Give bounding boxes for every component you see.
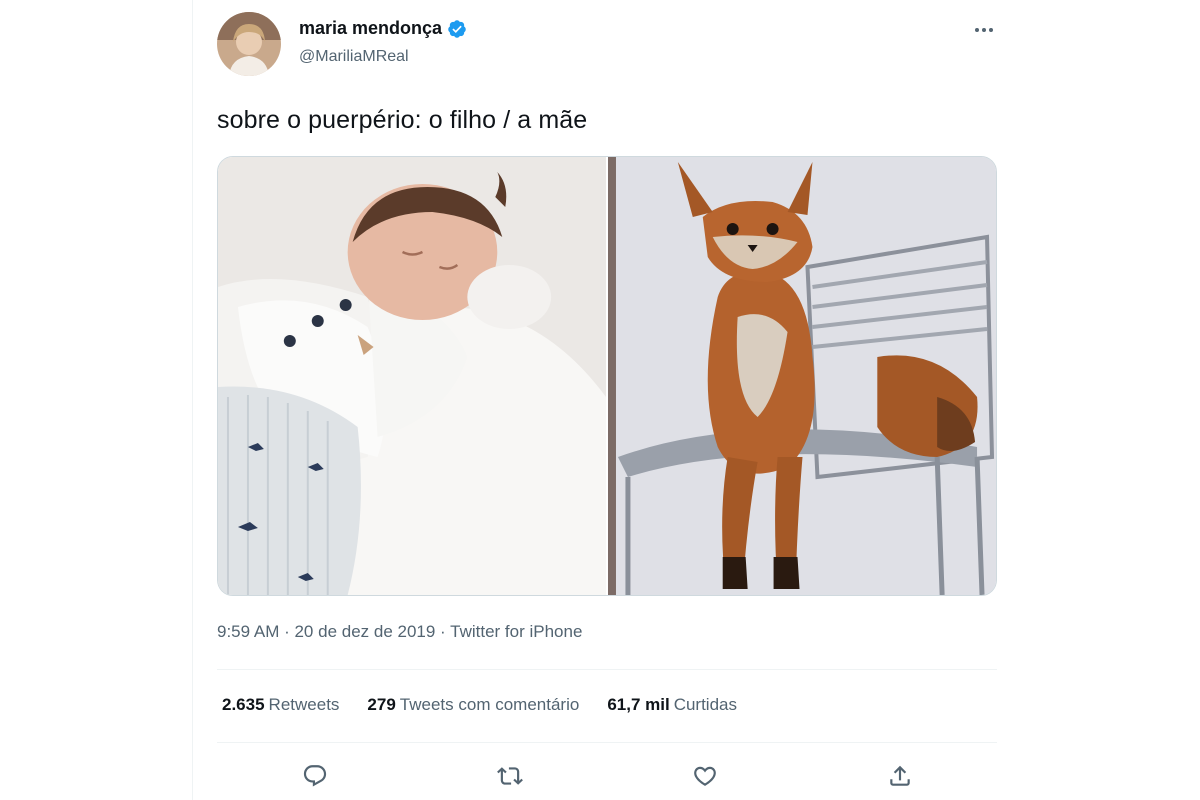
- divider: [217, 742, 997, 743]
- reply-button[interactable]: [295, 756, 335, 796]
- tweet-actions: [217, 756, 997, 796]
- photo-fox[interactable]: [608, 157, 996, 595]
- author-display-name[interactable]: maria mendonça: [299, 18, 442, 39]
- tweet-source-link[interactable]: Twitter for iPhone: [450, 622, 582, 641]
- retweets-count: 2.635: [222, 695, 265, 714]
- retweet-button[interactable]: [490, 756, 530, 796]
- author-name[interactable]: maria mendonça: [299, 18, 467, 39]
- more-horizontal-icon: [975, 28, 979, 32]
- verified-badge-icon: [447, 19, 467, 39]
- tweet-timestamp[interactable]: 9:59 AM · 20 de dez de 2019 ·: [217, 622, 450, 641]
- share-icon: [890, 765, 910, 786]
- author-handle[interactable]: @MariliaMReal: [299, 48, 409, 66]
- avatar[interactable]: [217, 12, 281, 76]
- likes-label: Curtidas: [673, 695, 737, 714]
- retweets-stat[interactable]: 2.635 Retweets: [222, 695, 339, 715]
- likes-stat[interactable]: 61,7 mil Curtidas: [607, 695, 737, 715]
- tweet-text: sobre o puerpério: o filho / a mãe: [217, 106, 588, 134]
- divider: [217, 669, 997, 670]
- quote-tweets-stat[interactable]: 279 Tweets com comentário: [367, 695, 579, 715]
- tweet-stats: 2.635 Retweets 279 Tweets com comentário 6…: [222, 695, 737, 715]
- retweets-label: Retweets: [268, 695, 340, 714]
- like-button[interactable]: [685, 756, 725, 796]
- heart-icon: [694, 766, 716, 786]
- tweet-media: [217, 156, 997, 596]
- reply-icon: [303, 765, 327, 787]
- quote-tweets-count: 279: [367, 695, 396, 714]
- more-options-button[interactable]: [968, 18, 1000, 42]
- likes-count: 61,7 mil: [607, 695, 670, 714]
- tweet-page: maria mendonça @MariliaMReal sobre o pue…: [0, 0, 1200, 800]
- quote-tweets-label: Tweets com comentário: [399, 695, 580, 714]
- share-button[interactable]: [880, 756, 920, 796]
- photo-baby[interactable]: [218, 157, 606, 595]
- tweet-metadata: 9:59 AM · 20 de dez de 2019 · Twitter fo…: [217, 622, 582, 642]
- retweet-icon: [497, 767, 523, 785]
